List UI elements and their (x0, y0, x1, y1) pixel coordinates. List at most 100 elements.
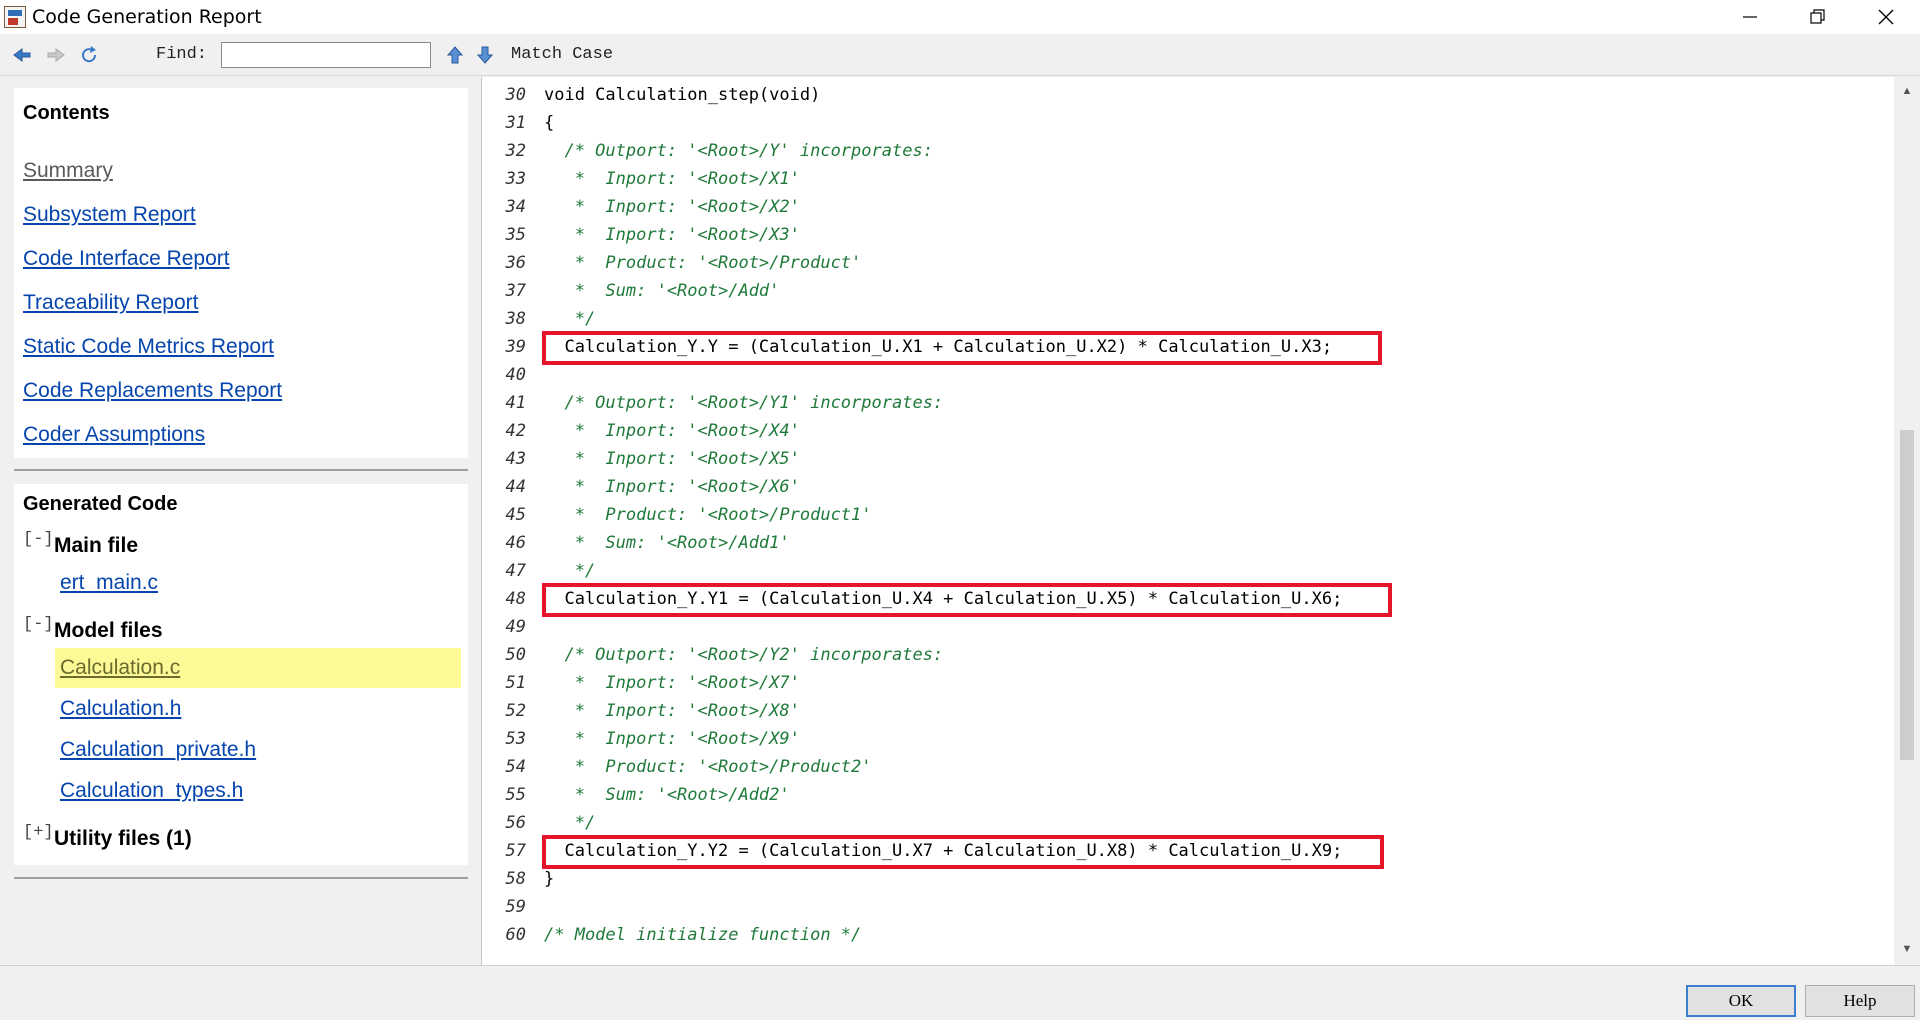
traceability-report-link[interactable]: Traceability Report (23, 291, 198, 315)
minimize-button[interactable] (1716, 0, 1784, 34)
code-line: 59 (482, 893, 544, 921)
code-line: 40 (482, 361, 544, 389)
find-next-icon[interactable] (473, 43, 497, 67)
scroll-down-arrow-icon[interactable]: ▼ (1901, 943, 1913, 955)
code-interface-report-link[interactable]: Code Interface Report (23, 247, 230, 271)
code-line: 32 /* Outport: '<Root>/Y' incorporates: (482, 137, 933, 165)
file-link-calculation-types-h[interactable]: Calculation_types.h (60, 779, 243, 803)
line-number[interactable]: 52 (482, 697, 526, 725)
code-line: 31 { (482, 109, 555, 137)
find-input[interactable] (221, 41, 432, 68)
code-line: 49 (482, 613, 544, 641)
restore-button[interactable] (1784, 0, 1852, 34)
scrollbar-thumb[interactable] (1900, 430, 1914, 760)
code-line: 46 * Sum: '<Root>/Add1' (482, 529, 790, 557)
generated-code-title: Generated Code (23, 493, 178, 515)
model-files-collapse-toggle[interactable]: [-] (23, 615, 54, 634)
find-previous-icon[interactable] (443, 43, 467, 67)
code-comment: * Inport: '<Root>/X9' (544, 729, 800, 749)
back-arrow-icon[interactable] (10, 43, 34, 67)
line-number[interactable]: 46 (482, 529, 526, 557)
line-number[interactable]: 39 (482, 333, 526, 361)
line-number[interactable]: 53 (482, 725, 526, 753)
vertical-scrollbar[interactable]: ▲ ▼ (1894, 77, 1920, 965)
coder-assumptions-link[interactable]: Coder Assumptions (23, 423, 205, 447)
contents-title: Contents (23, 102, 110, 124)
file-link-calculation-c[interactable]: Calculation.c (55, 648, 461, 688)
close-button[interactable] (1852, 0, 1920, 34)
code-comment: * Product: '<Root>/Product' (544, 253, 862, 273)
line-number[interactable]: 48 (482, 585, 526, 613)
code-comment: * Inport: '<Root>/X8' (544, 701, 800, 721)
code-replacements-report-link[interactable]: Code Replacements Report (23, 379, 282, 403)
line-number[interactable]: 58 (482, 865, 526, 893)
highlight-box (542, 331, 1382, 365)
code-line: 30 void Calculation_step(void) (482, 81, 821, 109)
code-comment: /* Model initialize function */ (544, 925, 862, 945)
utility-files-expand-toggle[interactable]: [+] (23, 823, 54, 842)
file-link-ert-main-c[interactable]: ert_main.c (60, 571, 158, 595)
line-number[interactable]: 36 (482, 249, 526, 277)
code-comment: * Inport: '<Root>/X5' (544, 449, 800, 469)
line-number[interactable]: 56 (482, 809, 526, 837)
ok-button[interactable]: OK (1686, 985, 1796, 1017)
line-number[interactable]: 50 (482, 641, 526, 669)
code-comment: * Inport: '<Root>/X1' (544, 169, 800, 189)
line-number[interactable]: 31 (482, 109, 526, 137)
line-number[interactable]: 51 (482, 669, 526, 697)
summary-link[interactable]: Summary (23, 159, 113, 183)
toolbar: Find: Match Case (0, 34, 1920, 76)
code-view[interactable]: 30 void Calculation_step(void) 31 {32 /* Ou… (481, 77, 1920, 965)
refresh-icon[interactable] (78, 43, 102, 67)
help-button[interactable]: Help (1805, 985, 1915, 1017)
line-number[interactable]: 47 (482, 557, 526, 585)
code-statement: void Calculation_step(void) (544, 85, 821, 105)
line-number[interactable]: 45 (482, 501, 526, 529)
line-number[interactable]: 60 (482, 921, 526, 949)
model-files-heading: Model files (54, 619, 163, 642)
line-number[interactable]: 57 (482, 837, 526, 865)
line-number[interactable]: 32 (482, 137, 526, 165)
forward-arrow-icon[interactable] (44, 43, 68, 67)
utility-files-heading[interactable]: Utility files (1) (54, 827, 192, 851)
code-comment: * Inport: '<Root>/X7' (544, 673, 800, 693)
line-number[interactable]: 42 (482, 417, 526, 445)
code-comment: * Inport: '<Root>/X3' (544, 225, 800, 245)
match-case-option[interactable]: Match Case (511, 45, 613, 64)
line-number[interactable]: 43 (482, 445, 526, 473)
subsystem-report-link[interactable]: Subsystem Report (23, 203, 196, 227)
file-link-calculation-private-h[interactable]: Calculation_private.h (60, 738, 256, 762)
code-line: 43 * Inport: '<Root>/X5' (482, 445, 800, 473)
code-comment: * Inport: '<Root>/X2' (544, 197, 800, 217)
code-line: 38 */ (482, 305, 596, 333)
code-line: 58} (482, 865, 555, 893)
main-file-collapse-toggle[interactable]: [-] (23, 530, 54, 549)
line-number[interactable]: 33 (482, 165, 526, 193)
line-number[interactable]: 55 (482, 781, 526, 809)
line-number[interactable]: 30 (482, 81, 526, 109)
scroll-up-arrow-icon[interactable]: ▲ (1901, 85, 1913, 97)
line-number[interactable]: 40 (482, 361, 526, 389)
divider (14, 877, 468, 879)
line-number[interactable]: 35 (482, 221, 526, 249)
line-number[interactable]: 44 (482, 473, 526, 501)
contents-box: Contents Summary Subsystem Report Code I… (14, 88, 468, 458)
line-number[interactable]: 49 (482, 613, 526, 641)
line-number[interactable]: 54 (482, 753, 526, 781)
code-line: 60 /* Model initialize function */ (482, 921, 862, 949)
code-comment: * Inport: '<Root>/X6' (544, 477, 800, 497)
minimize-icon (1743, 16, 1757, 18)
code-comment: * Inport: '<Root>/X4' (544, 421, 800, 441)
line-number[interactable]: 59 (482, 893, 526, 921)
line-number[interactable]: 41 (482, 389, 526, 417)
line-number[interactable]: 38 (482, 305, 526, 333)
find-label: Find: (156, 45, 208, 64)
code-comment: */ (544, 309, 596, 329)
line-number[interactable]: 34 (482, 193, 526, 221)
file-link-calculation-h[interactable]: Calculation.h (60, 697, 181, 721)
static-code-metrics-report-link[interactable]: Static Code Metrics Report (23, 335, 274, 359)
code-line: 33 * Inport: '<Root>/X1' (482, 165, 800, 193)
line-number[interactable]: 37 (482, 277, 526, 305)
window-title: Code Generation Report (32, 6, 262, 28)
code-line: 53 * Inport: '<Root>/X9' (482, 725, 800, 753)
